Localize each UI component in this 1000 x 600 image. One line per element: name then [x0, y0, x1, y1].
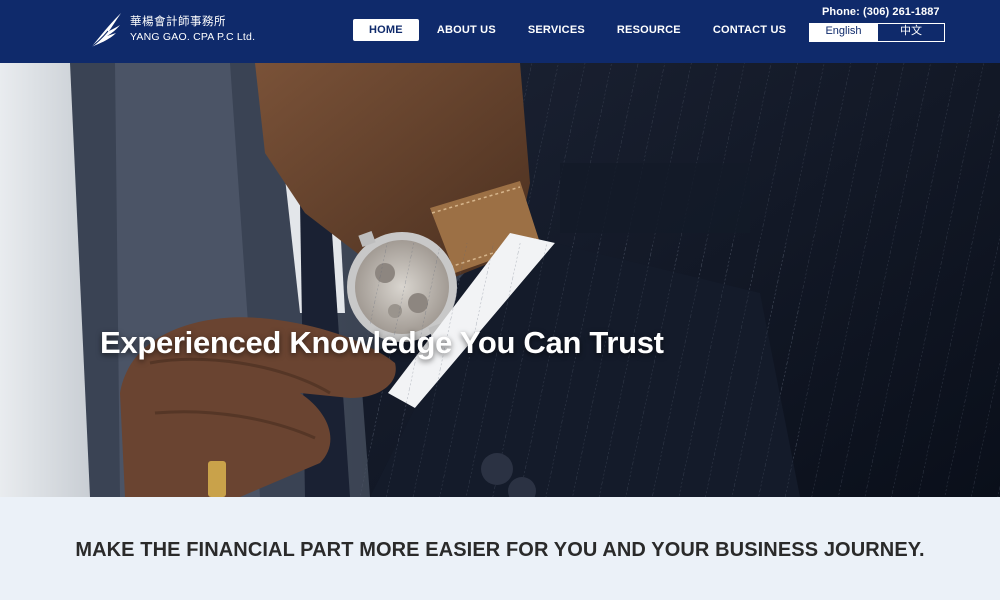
hero-banner: Experienced Knowledge You Can Trust [0, 63, 1000, 497]
nav-about-us[interactable]: ABOUT US [421, 19, 512, 41]
logo[interactable]: 華楊會計師事務所 YANG GAO. CPA P.C Ltd. [88, 10, 255, 50]
site-header: 華楊會計師事務所 YANG GAO. CPA P.C Ltd. HOME ABO… [0, 0, 1000, 63]
tagline: MAKE THE FINANCIAL PART MORE EASIER FOR … [75, 539, 925, 561]
language-chinese-button[interactable]: 中文 [877, 24, 944, 41]
hero-title: Experienced Knowledge You Can Trust [100, 325, 664, 360]
tagline-band: MAKE THE FINANCIAL PART MORE EASIER FOR … [0, 497, 1000, 600]
logo-name-chinese: 華楊會計師事務所 [130, 16, 226, 28]
phone-number[interactable]: Phone: (306) 261-1887 [822, 6, 940, 18]
nav-services[interactable]: SERVICES [512, 19, 601, 41]
language-english-button[interactable]: English [810, 24, 877, 41]
logo-name-english: YANG GAO. CPA P.C Ltd. [130, 31, 256, 43]
main-nav: HOME ABOUT US SERVICES RESOURCE CONTACT … [353, 19, 802, 41]
nav-resource[interactable]: RESOURCE [601, 19, 697, 41]
logo-text: 華楊會計師事務所 YANG GAO. CPA P.C Ltd. [130, 15, 255, 45]
wing-icon [90, 13, 121, 48]
language-switcher: English 中文 [809, 23, 945, 42]
nav-contact-us[interactable]: CONTACT US [697, 19, 802, 41]
nav-home[interactable]: HOME [353, 19, 419, 41]
hero-image [0, 63, 1000, 497]
